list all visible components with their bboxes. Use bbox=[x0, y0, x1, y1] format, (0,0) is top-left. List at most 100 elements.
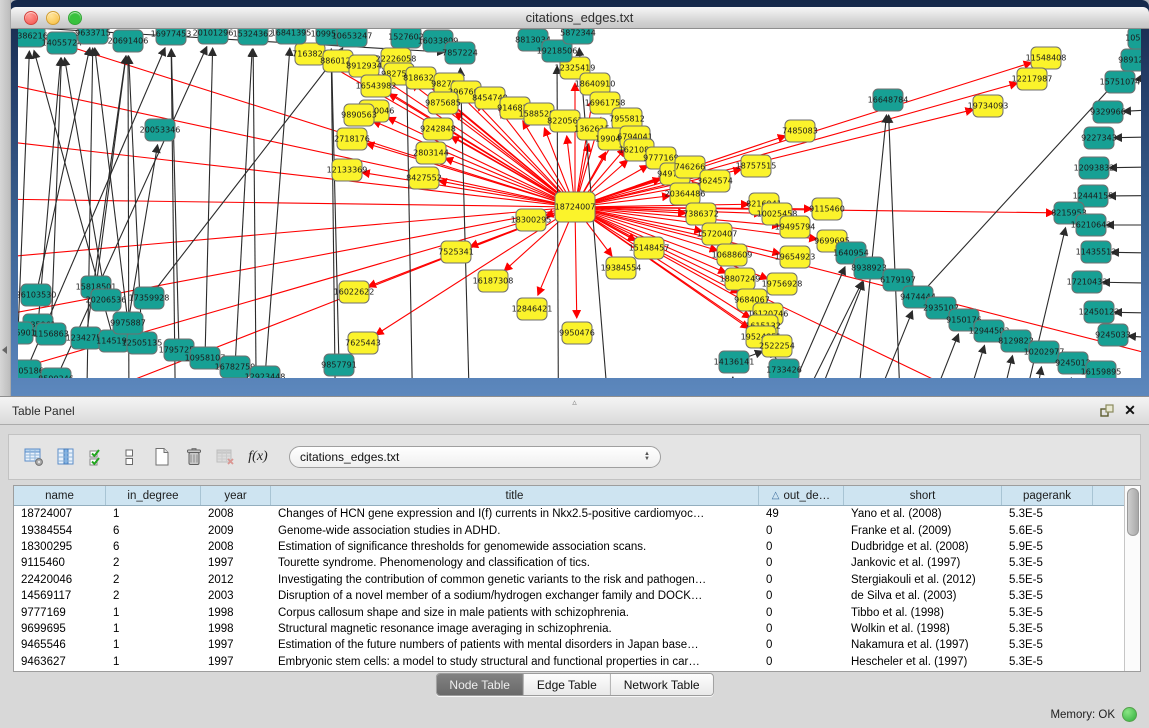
graph-node[interactable]: 10688609 bbox=[712, 244, 753, 266]
graph-node[interactable]: 19654923 bbox=[775, 246, 816, 268]
citation-edge-black[interactable] bbox=[96, 56, 126, 287]
graph-node[interactable]: 19495794 bbox=[775, 216, 816, 238]
graph-node[interactable]: 1051461 bbox=[1125, 28, 1141, 49]
tab-network-table[interactable]: Network Table bbox=[611, 674, 713, 695]
graph-node[interactable]: 9950476 bbox=[559, 322, 595, 344]
citation-edge-black[interactable] bbox=[205, 48, 213, 358]
graph-node[interactable]: 1733426 bbox=[766, 359, 802, 378]
column-header-short[interactable]: short bbox=[844, 486, 1002, 505]
column-header-year[interactable]: year bbox=[201, 486, 271, 505]
column-header-pagerank[interactable]: pagerank bbox=[1002, 486, 1093, 505]
citation-edge-black[interactable] bbox=[65, 58, 106, 300]
graph-node[interactable]: 16543982 bbox=[356, 75, 397, 97]
graph-node[interactable]: 12093832 bbox=[1074, 157, 1115, 179]
scrollbar-thumb[interactable] bbox=[1127, 488, 1139, 536]
citation-edge-black[interactable] bbox=[265, 48, 290, 377]
table-row[interactable]: 1830029562008Estimation of significance … bbox=[14, 539, 1125, 555]
table-row[interactable]: 977716911998Corpus callosum shape and si… bbox=[14, 604, 1125, 620]
citation-edge-red[interactable] bbox=[373, 121, 575, 207]
citation-edge-red[interactable] bbox=[575, 204, 749, 207]
graph-node[interactable]: 20053346 bbox=[140, 119, 181, 141]
column-header-out_de[interactable]: △out_de… bbox=[759, 486, 844, 505]
table-row[interactable]: 2242004622012Investigating the contribut… bbox=[14, 572, 1125, 588]
graph-node[interactable]: 12923448 bbox=[245, 366, 286, 378]
left-splitter[interactable] bbox=[0, 0, 11, 396]
column-header-name[interactable]: name bbox=[14, 486, 106, 505]
graph-node[interactable]: 12505135 bbox=[122, 332, 163, 354]
graph-node[interactable]: 7485083 bbox=[782, 120, 818, 142]
graph-node[interactable]: 14136141 bbox=[714, 351, 755, 373]
table-row[interactable]: 1872400712008Changes of HCN gene express… bbox=[14, 506, 1125, 522]
column-header-in_degree[interactable]: in_degree bbox=[106, 486, 201, 505]
close-panel-icon[interactable]: ✕ bbox=[1121, 401, 1139, 419]
graph-node[interactable]: 12217987 bbox=[1012, 68, 1053, 90]
minimize-window-icon[interactable] bbox=[46, 11, 60, 25]
graph-node[interactable]: 9975887 bbox=[110, 312, 146, 334]
collapse-left-icon[interactable] bbox=[2, 346, 7, 354]
graph-node[interactable]: 1156863 bbox=[33, 323, 69, 345]
graph-node[interactable]: 7625443 bbox=[345, 332, 381, 354]
table-settings-icon[interactable] bbox=[19, 442, 49, 472]
table-source-dropdown[interactable]: citations_edges.txt ▲▼ bbox=[289, 446, 661, 468]
graph-node[interactable]: 12133369 bbox=[327, 159, 368, 181]
table-row[interactable]: 1938455462009Genome-wide association stu… bbox=[14, 522, 1125, 538]
citation-edge-red[interactable] bbox=[362, 172, 575, 207]
graph-node[interactable]: 7525341 bbox=[438, 241, 474, 263]
graph-node[interactable]: 9890563 bbox=[341, 104, 377, 126]
graph-node[interactable]: 8590346 bbox=[38, 368, 74, 378]
graph-node[interactable]: 8427552 bbox=[406, 167, 442, 189]
graph-node[interactable]: 17359928 bbox=[129, 287, 170, 309]
graph-node[interactable]: 5872344 bbox=[560, 28, 596, 44]
tab-node-table[interactable]: Node Table bbox=[436, 674, 524, 695]
select-columns-icon[interactable] bbox=[51, 442, 81, 472]
graph-node[interactable]: 19756928 bbox=[762, 273, 803, 295]
delete-table-icon[interactable] bbox=[179, 442, 209, 472]
graph-node[interactable]: 12846421 bbox=[512, 298, 553, 320]
graph-canvas[interactable]: 1872400771638228860128891293422226058982… bbox=[18, 28, 1141, 378]
graph-node[interactable]: 9242848 bbox=[420, 118, 456, 140]
window-titlebar[interactable]: citations_edges.txt bbox=[10, 7, 1149, 29]
graph-node[interactable]: 9891204 bbox=[1118, 49, 1141, 71]
tab-edge-table[interactable]: Edge Table bbox=[524, 674, 611, 695]
citation-edge-black[interactable] bbox=[700, 377, 733, 378]
graph-node[interactable]: 15720407 bbox=[697, 223, 738, 245]
graph-node[interactable]: 9115460 bbox=[809, 198, 845, 220]
graph-node[interactable]: 20691406 bbox=[108, 30, 149, 52]
graph-node[interactable]: 16977453 bbox=[151, 28, 192, 45]
graph-node[interactable]: 19734093 bbox=[968, 95, 1009, 117]
zoom-window-icon[interactable] bbox=[68, 11, 82, 25]
citation-edge-red[interactable] bbox=[388, 117, 575, 207]
graph-node[interactable]: 2718176 bbox=[334, 128, 370, 150]
graph-node[interactable]: 10653247 bbox=[332, 28, 373, 47]
graph-node[interactable]: 20101296 bbox=[193, 28, 234, 44]
graph-node[interactable]: 12450122 bbox=[1079, 301, 1120, 323]
graph-node[interactable]: 20206536 bbox=[86, 289, 127, 311]
table-row[interactable]: 1456911722003Disruption of a novel membe… bbox=[14, 588, 1125, 604]
table-panel-header[interactable]: ▵ Table Panel ✕ bbox=[0, 397, 1149, 425]
graph-node[interactable]: 16022622 bbox=[334, 281, 375, 303]
graph-node[interactable]: 9227343 bbox=[1081, 127, 1117, 149]
graph-node-hub[interactable]: 18724007 bbox=[555, 192, 596, 222]
graph-node[interactable]: 15751074 bbox=[1100, 71, 1141, 93]
graph-node[interactable]: 17210433 bbox=[1067, 271, 1108, 293]
graph-node[interactable]: 15148457 bbox=[629, 237, 670, 259]
citation-edge-black[interactable] bbox=[889, 115, 905, 378]
citation-edge-red[interactable] bbox=[575, 207, 577, 318]
graph-node[interactable]: 16159895 bbox=[1081, 361, 1122, 378]
destroy-table-icon[interactable] bbox=[211, 442, 241, 472]
table-scrollbar[interactable] bbox=[1124, 486, 1140, 671]
citation-edge-black[interactable] bbox=[1114, 135, 1141, 138]
graph-node[interactable]: 18300295 bbox=[511, 209, 552, 231]
graph-node[interactable]: 16841395 bbox=[271, 28, 312, 44]
table-row[interactable]: 946362711997Embryonic stem cells: a mode… bbox=[14, 654, 1125, 670]
citation-edge-black[interactable] bbox=[253, 49, 260, 378]
graph-node[interactable]: 16210643 bbox=[1071, 214, 1112, 236]
citation-edge-black[interactable] bbox=[235, 49, 252, 367]
table-row[interactable]: 911546021997Tourette syndrome. Phenomeno… bbox=[14, 555, 1125, 571]
citation-edge-black[interactable] bbox=[1102, 282, 1141, 285]
citation-edge-black[interactable] bbox=[36, 48, 90, 295]
graph-node[interactable]: 18757515 bbox=[736, 155, 777, 177]
splitter-grip-icon[interactable]: ▵ bbox=[572, 397, 577, 408]
graph-node[interactable]: 9245033 bbox=[1095, 324, 1131, 346]
graph-node[interactable]: 9857791 bbox=[321, 354, 357, 376]
